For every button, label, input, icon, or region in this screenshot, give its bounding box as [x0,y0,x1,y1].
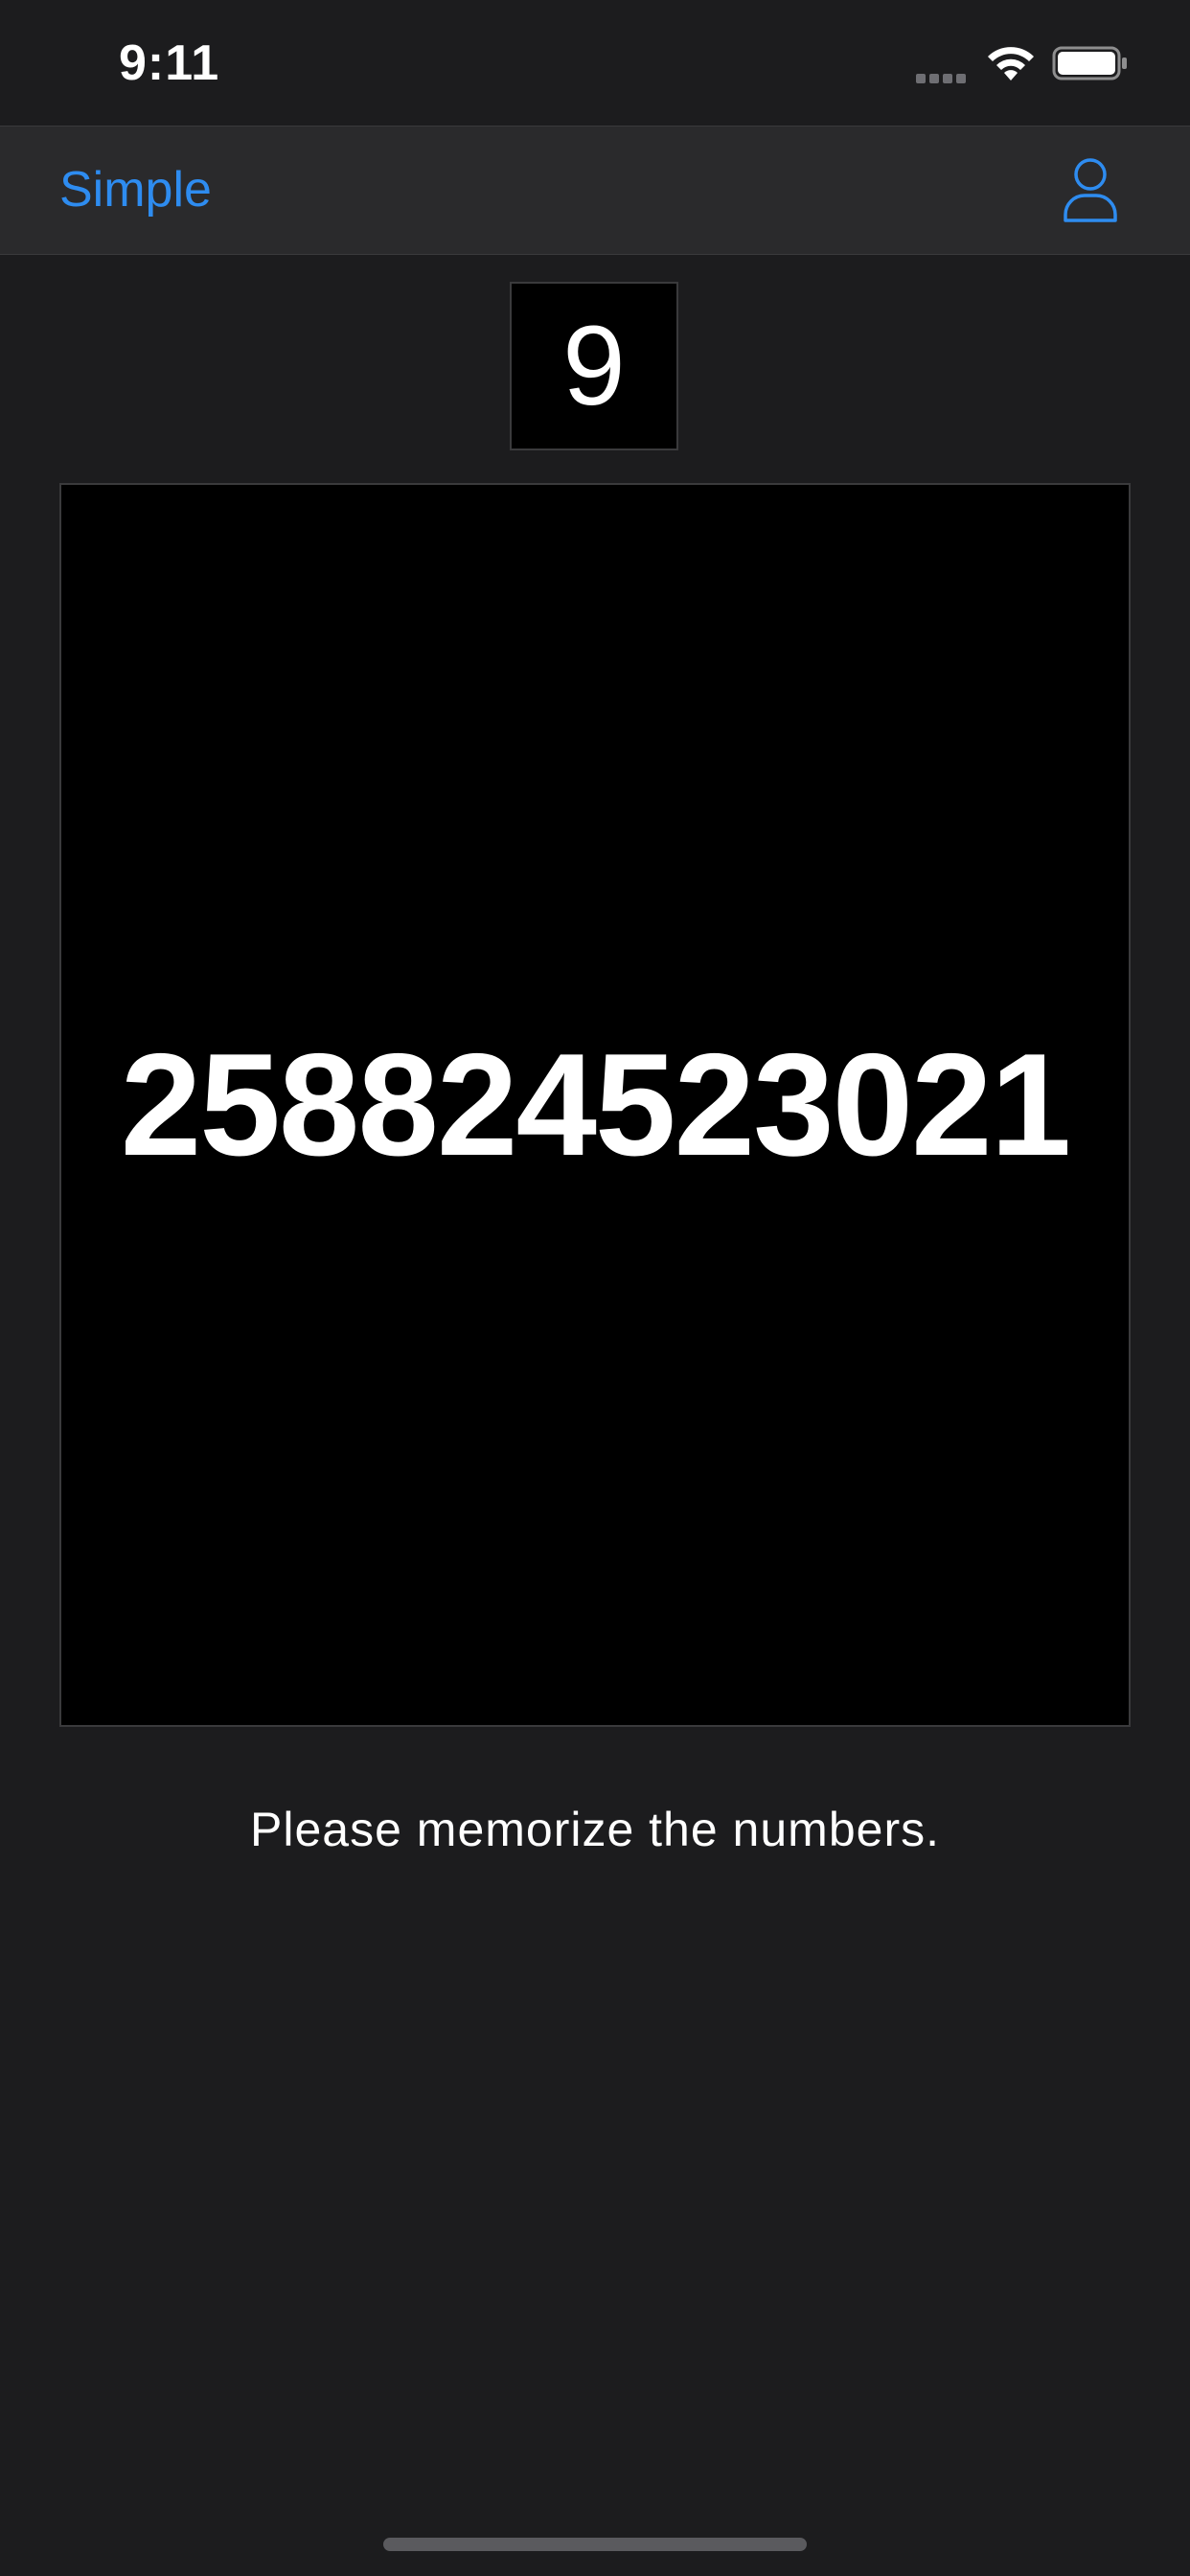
wifi-icon [988,47,1034,80]
simple-mode-button[interactable]: Simple [59,161,212,218]
countdown-counter: 9 [510,282,678,450]
memorize-number: 258824523021 [120,1023,1071,1186]
cellular-signal-icon [916,71,972,83]
person-icon[interactable] [1062,155,1119,224]
battery-icon [1052,46,1127,80]
status-time: 9:11 [119,35,220,91]
instruction-text: Please memorize the numbers. [250,1803,940,1856]
status-bar: 9:11 [0,0,1190,126]
home-indicator[interactable] [383,2538,807,2551]
number-display-panel: 258824523021 [59,483,1131,1727]
navigation-bar: Simple [0,126,1190,255]
